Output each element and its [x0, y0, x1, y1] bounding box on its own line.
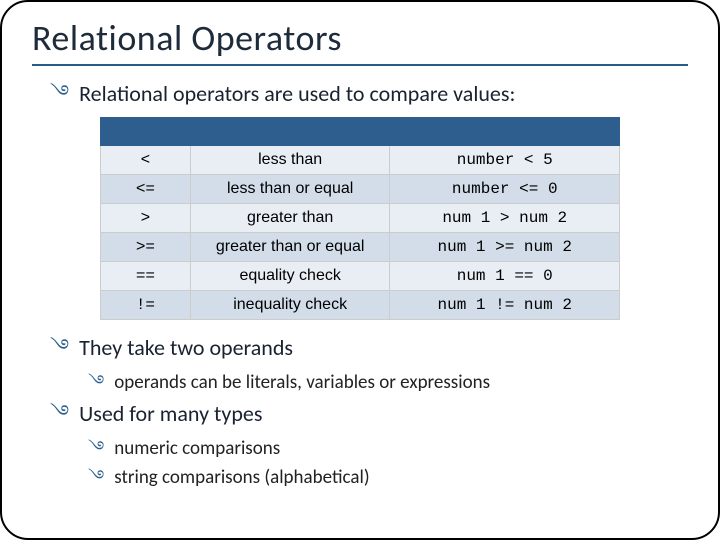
sub-bullet-types-1: ࿓ numeric comparisons — [88, 437, 688, 460]
op-example: num 1 == 0 — [390, 262, 620, 291]
op-example: num 1 >= num 2 — [390, 233, 620, 262]
bullet-icon: ࿓ — [88, 373, 104, 390]
op-symbol: >= — [101, 233, 191, 262]
op-desc: greater than or equal — [190, 233, 390, 262]
table-row: > greater than num 1 > num 2 — [101, 204, 620, 233]
page-title: Relational Operators — [32, 16, 688, 60]
op-example: num 1 != num 2 — [390, 291, 620, 320]
sub-bullet-types-2: ࿓ string comparisons (alphabetical) — [88, 466, 688, 489]
bullet-intro-text: Relational operators are used to compare… — [79, 80, 515, 107]
op-example: number <= 0 — [390, 175, 620, 204]
op-example: number < 5 — [390, 146, 620, 175]
table-header-row — [101, 118, 620, 146]
bullet-icon: ࿓ — [50, 403, 69, 423]
op-desc: equality check — [190, 262, 390, 291]
sub-bullet-operands-text: operands can be literals, variables or e… — [114, 371, 490, 394]
bullet-types: ࿓ Used for many types — [50, 400, 688, 427]
table-row: <= less than or equal number <= 0 — [101, 175, 620, 204]
table-row: >= greater than or equal num 1 >= num 2 — [101, 233, 620, 262]
op-desc: inequality check — [190, 291, 390, 320]
table-row: < less than number < 5 — [101, 146, 620, 175]
bullet-operands-text: They take two operands — [79, 334, 293, 361]
op-desc: less than or equal — [190, 175, 390, 204]
op-symbol: != — [101, 291, 191, 320]
sub-bullet-types-2-text: string comparisons (alphabetical) — [114, 466, 369, 489]
op-symbol: < — [101, 146, 191, 175]
operators-table: < less than number < 5 <= less than or e… — [100, 117, 620, 320]
bullet-intro: ࿓ Relational operators are used to compa… — [50, 80, 688, 107]
table-row: != inequality check num 1 != num 2 — [101, 291, 620, 320]
bullet-operands: ࿓ They take two operands — [50, 334, 688, 361]
bullet-icon: ࿓ — [88, 439, 104, 456]
slide-frame: Relational Operators ࿓ Relational operat… — [0, 0, 720, 540]
op-symbol: <= — [101, 175, 191, 204]
sub-bullet-operands: ࿓ operands can be literals, variables or… — [88, 371, 688, 394]
bullet-icon: ࿓ — [50, 337, 69, 357]
bullet-icon: ࿓ — [88, 468, 104, 485]
op-desc: greater than — [190, 204, 390, 233]
sub-bullet-types-1-text: numeric comparisons — [114, 437, 280, 460]
bullet-icon: ࿓ — [50, 83, 69, 103]
bullet-types-text: Used for many types — [79, 400, 262, 427]
title-underline — [32, 64, 688, 66]
table-row: == equality check num 1 == 0 — [101, 262, 620, 291]
op-desc: less than — [190, 146, 390, 175]
op-symbol: > — [101, 204, 191, 233]
op-symbol: == — [101, 262, 191, 291]
op-example: num 1 > num 2 — [390, 204, 620, 233]
